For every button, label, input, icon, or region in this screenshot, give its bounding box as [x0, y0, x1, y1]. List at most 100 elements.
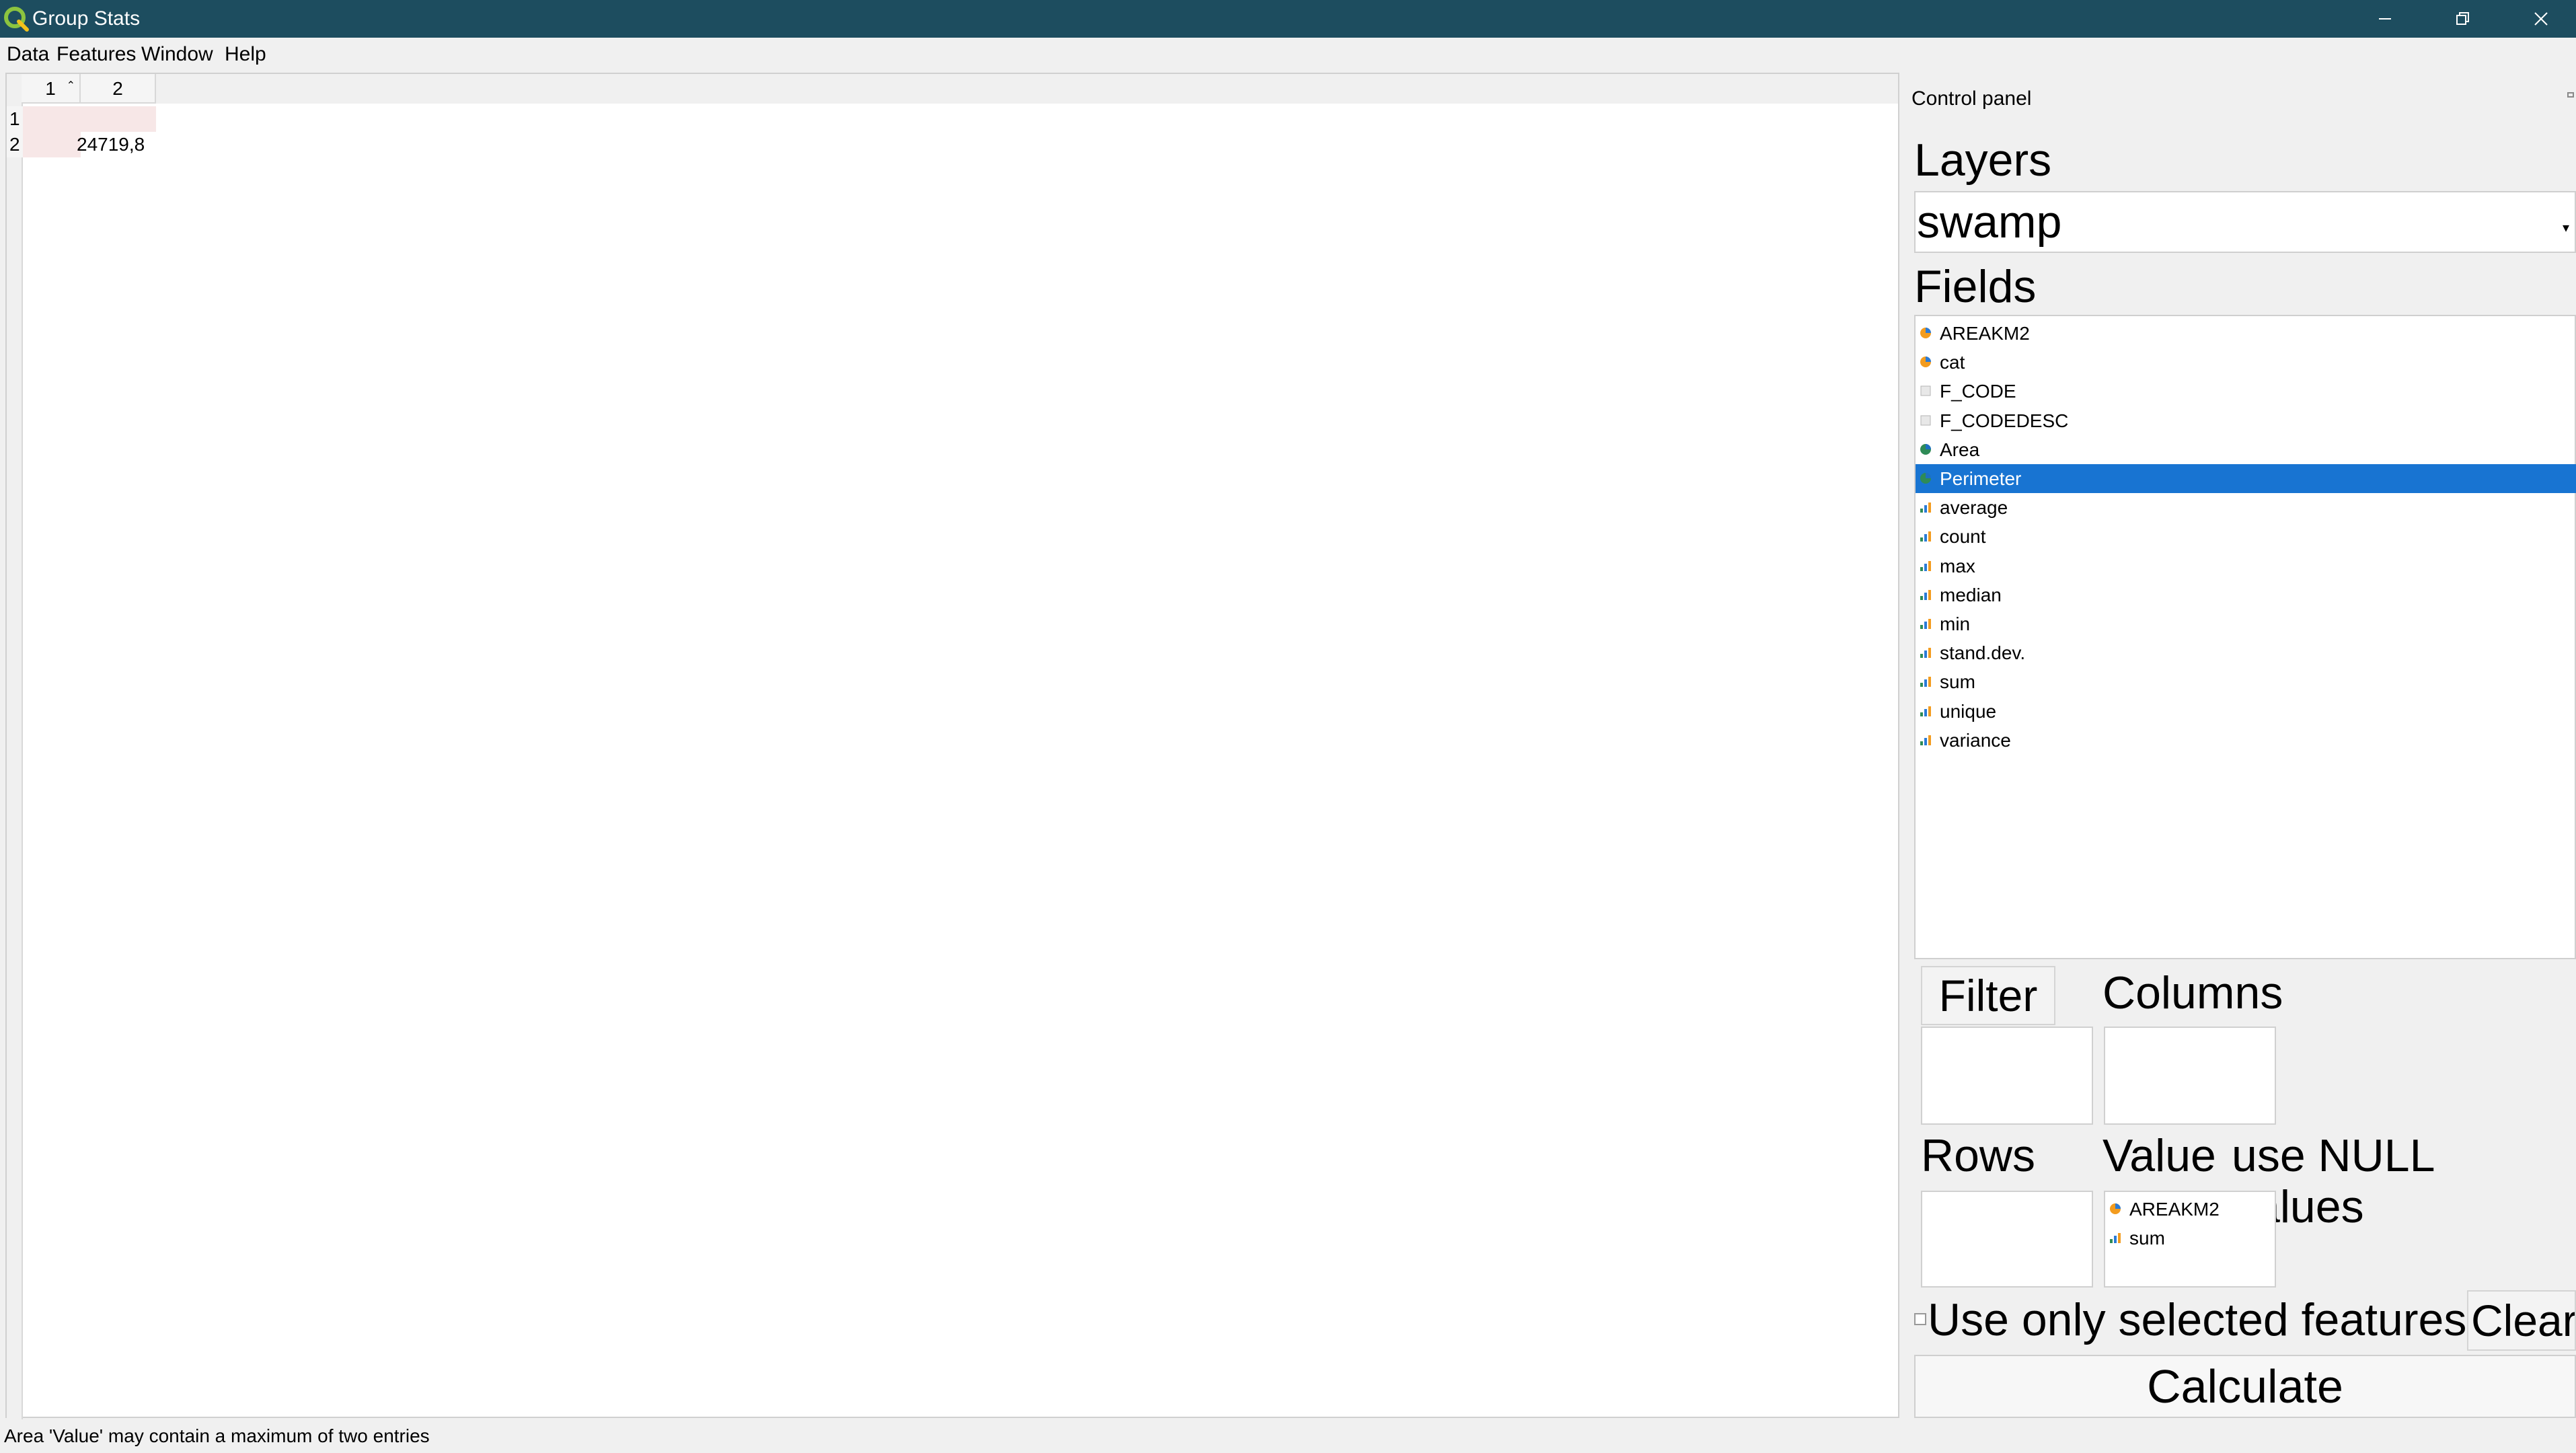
calculate-button[interactable]: Calculate — [1914, 1355, 2576, 1418]
list-item-label: F_CODEDESC — [1940, 410, 2069, 431]
status-bar: Area 'Value' may contain a maximum of tw… — [0, 1419, 2576, 1453]
statistic-icon — [1920, 589, 1931, 600]
list-item[interactable]: min — [1916, 609, 2576, 638]
list-item-label: min — [1940, 613, 1971, 634]
list-item-label: F_CODE — [1940, 381, 2016, 402]
text-field-icon — [1920, 415, 1931, 426]
list-item-label: count — [1940, 526, 1986, 548]
dock-float-icon[interactable] — [2567, 90, 2576, 100]
list-item-label: Area — [1940, 439, 1980, 460]
list-item[interactable]: F_CODE — [1916, 377, 2576, 406]
statistic-icon — [1920, 735, 1931, 745]
list-item-label: max — [1940, 555, 1975, 576]
filter-button[interactable]: Filter — [1921, 966, 2055, 1025]
window-title: Group Stats — [32, 7, 141, 30]
menu-features[interactable]: Features — [56, 42, 136, 67]
list-item[interactable]: sum — [1916, 667, 2576, 696]
list-item[interactable]: F_CODEDESC — [1916, 406, 2576, 435]
row-header-2[interactable]: 2 — [7, 132, 24, 157]
list-item-label: Perimeter — [1940, 468, 2022, 489]
layers-label: Layers — [1914, 135, 2052, 186]
statistic-icon — [1920, 706, 1931, 716]
null-values-label[interactable]: use NULL values — [2232, 1130, 2576, 1232]
restore-icon — [2456, 12, 2469, 25]
table-cell[interactable] — [81, 106, 156, 132]
statistic-icon — [1920, 531, 1931, 542]
list-item-label: AREAKM2 — [1940, 323, 2030, 344]
statistic-icon — [1920, 648, 1931, 659]
close-icon — [2534, 12, 2548, 26]
fields-list[interactable]: AREAKM2 cat F_CODE F_CODEDESC Area Perimeter a… — [1914, 315, 2576, 959]
result-table[interactable]: 1 ⌃ 2 1 2 24719,8 — [5, 73, 1899, 1419]
table-cell[interactable] — [23, 106, 81, 132]
clear-button[interactable]: Clear — [2467, 1290, 2576, 1351]
row-header-gutter — [7, 104, 23, 1419]
chevron-down-icon: ▾ — [2562, 221, 2569, 235]
menu-help[interactable]: Help — [225, 42, 266, 67]
list-item[interactable]: max — [1916, 552, 2576, 581]
list-item[interactable]: sum — [2105, 1224, 2275, 1253]
list-item-label: median — [1940, 584, 2002, 605]
list-item-label: stand.dev. — [1940, 642, 2026, 664]
title-bar: Group Stats — [0, 0, 2576, 38]
column-header-label: 1 — [45, 78, 56, 99]
list-item[interactable]: AREAKM2 — [1916, 319, 2576, 348]
list-item[interactable]: count — [1916, 522, 2576, 551]
table-cell[interactable]: 24719,8 — [77, 132, 157, 157]
list-item[interactable]: stand.dev. — [1916, 638, 2576, 667]
menu-bar: Data Features Window Help — [0, 38, 2576, 71]
list-item[interactable]: unique — [1916, 697, 2576, 726]
list-item[interactable]: cat — [1916, 348, 2576, 377]
numeric-field-icon — [2110, 1203, 2121, 1214]
selected-features-checkbox[interactable] — [1914, 1313, 1926, 1325]
statistic-icon — [1920, 560, 1931, 571]
list-item[interactable]: variance — [1916, 726, 2576, 755]
value-drop-area[interactable]: AREAKM2 sum — [2104, 1191, 2276, 1288]
layer-select-value: swamp — [1917, 196, 2062, 248]
status-message: Area 'Value' may contain a maximum of tw… — [4, 1425, 430, 1446]
list-item-label: cat — [1940, 352, 1965, 373]
fields-label: Fields — [1914, 261, 2037, 312]
list-item-label: variance — [1940, 729, 2011, 751]
list-item[interactable]: median — [1916, 581, 2576, 609]
statistic-icon — [1920, 502, 1931, 513]
text-field-icon — [1920, 385, 1931, 396]
columns-drop-area[interactable] — [2104, 1027, 2276, 1125]
table-cell[interactable] — [23, 132, 81, 157]
minimize-button[interactable] — [2346, 0, 2424, 38]
list-item-label: AREAKM2 — [2129, 1199, 2220, 1220]
list-item[interactable]: AREAKM2 — [2105, 1195, 2275, 1224]
list-item[interactable]: Area — [1916, 435, 2576, 464]
minimize-icon — [2379, 18, 2391, 20]
layer-select[interactable]: swamp ▾ — [1914, 191, 2576, 253]
control-panel: Control panel Layers swamp ▾ Fields AREA… — [1911, 71, 2576, 1419]
panel-splitter[interactable] — [1899, 71, 1911, 1418]
statistic-icon — [1920, 619, 1931, 629]
geometry-field-icon — [1920, 443, 1931, 455]
list-item[interactable]: average — [1916, 493, 2576, 522]
value-label: Value — [2103, 1130, 2216, 1181]
statistic-icon — [2110, 1233, 2121, 1244]
statistic-icon — [1920, 677, 1931, 687]
rows-label: Rows — [1921, 1130, 2036, 1181]
column-header-1[interactable]: 1 ⌃ — [22, 74, 81, 104]
menu-window[interactable]: Window — [141, 42, 213, 67]
qgis-logo-icon — [4, 7, 29, 32]
selected-features-label[interactable]: Use only selected features — [1928, 1294, 2466, 1345]
list-item-label: unique — [1940, 700, 1997, 722]
menu-data[interactable]: Data — [7, 42, 49, 67]
column-header-2[interactable]: 2 — [81, 74, 156, 104]
list-item-label: sum — [2129, 1228, 2165, 1249]
columns-label: Columns — [2103, 967, 2283, 1018]
rows-drop-area[interactable] — [1921, 1191, 2093, 1288]
list-item-label: sum — [1940, 671, 1975, 693]
geometry-field-icon — [1920, 473, 1931, 484]
numeric-field-icon — [1920, 328, 1931, 338]
sort-indicator-icon: ⌃ — [66, 80, 75, 91]
close-button[interactable] — [2502, 0, 2576, 38]
restore-button[interactable] — [2424, 0, 2502, 38]
list-item[interactable]: Perimeter — [1916, 464, 2576, 493]
row-header-1[interactable]: 1 — [7, 106, 24, 132]
filter-drop-area[interactable] — [1921, 1027, 2093, 1125]
column-header-label: 2 — [112, 78, 123, 99]
